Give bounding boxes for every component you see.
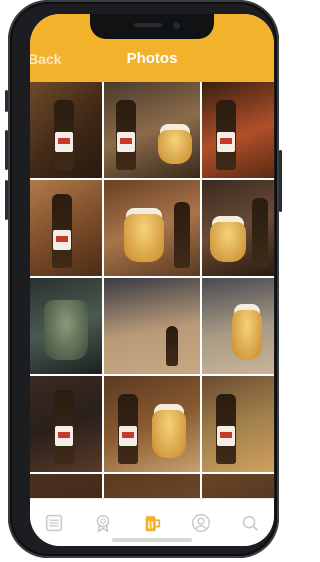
search-icon: [242, 515, 258, 531]
photo-thumbnail[interactable]: [30, 278, 102, 374]
list-icon: [46, 514, 63, 532]
photo-thumbnail[interactable]: [202, 82, 274, 178]
photo-thumbnail[interactable]: [202, 278, 274, 374]
photo-thumbnail[interactable]: [202, 180, 274, 276]
volume-up-button: [5, 130, 8, 170]
photo-thumbnail[interactable]: [104, 376, 200, 472]
profile-icon: [191, 514, 210, 532]
front-camera: [173, 22, 180, 29]
beer-mug-icon: [145, 515, 161, 532]
tab-search[interactable]: [232, 505, 268, 541]
power-button: [279, 150, 282, 212]
photo-thumbnail[interactable]: [30, 82, 102, 178]
tab-list[interactable]: [36, 505, 72, 541]
photo-thumbnail[interactable]: [104, 180, 200, 276]
photo-thumbnail[interactable]: [104, 278, 200, 374]
tab-badges[interactable]: [85, 505, 121, 541]
photo-thumbnail[interactable]: [30, 376, 102, 472]
photo-thumbnail[interactable]: [202, 376, 274, 472]
home-indicator[interactable]: [112, 538, 192, 542]
page-title: Photos: [126, 50, 178, 67]
photo-grid: [30, 82, 274, 546]
notch: [90, 14, 214, 39]
mute-switch: [5, 90, 8, 112]
phone-frame: Back Photos: [5, 0, 282, 558]
speaker-grille: [134, 23, 162, 27]
tab-profile[interactable]: [183, 505, 219, 541]
photo-thumbnail[interactable]: [104, 82, 200, 178]
volume-down-button: [5, 180, 8, 220]
phone-screen: Back Photos: [30, 14, 274, 546]
tab-beers[interactable]: [134, 505, 170, 541]
badge-icon: [96, 514, 110, 533]
photo-thumbnail[interactable]: [30, 180, 102, 276]
